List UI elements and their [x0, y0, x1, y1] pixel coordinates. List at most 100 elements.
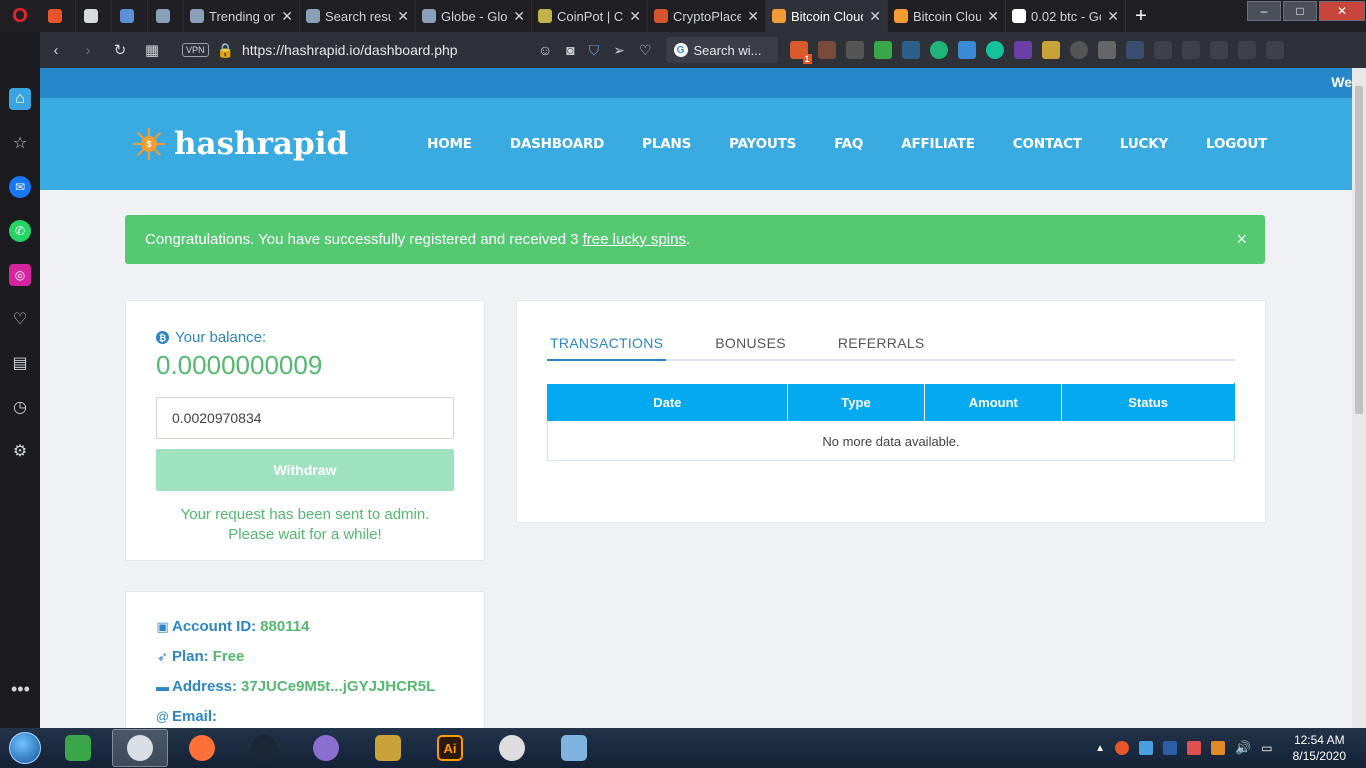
nav-dashboard[interactable]: DASHBOARD	[491, 136, 623, 152]
tab-transactions[interactable]: TRANSACTIONS	[547, 331, 667, 361]
browser-tab[interactable]: Bitcoin Cloud ✕	[766, 0, 888, 32]
heart-icon[interactable]: ♡	[639, 42, 652, 59]
new-tab-button[interactable]: +	[1126, 5, 1156, 28]
settings-icon[interactable]: ⚙	[9, 440, 31, 462]
extension-icon[interactable]	[1181, 41, 1200, 59]
tabs-grid-icon[interactable]: ▦	[136, 41, 168, 59]
column-header-amount[interactable]: Amount	[924, 383, 1063, 422]
browser-tab[interactable]	[40, 0, 76, 32]
reload-button[interactable]: ↻	[104, 41, 136, 59]
browser-tab[interactable]: Bitcoin Cloud ✕	[888, 0, 1006, 32]
maximize-button[interactable]: □	[1283, 1, 1317, 21]
browser-tab[interactable]	[76, 0, 112, 32]
taskbar-opera-app[interactable]	[112, 729, 168, 767]
more-icon[interactable]: •••	[11, 679, 30, 700]
column-header-status[interactable]: Status	[1061, 383, 1235, 422]
withdraw-amount-input[interactable]	[156, 397, 454, 439]
cube-icon[interactable]	[1209, 41, 1228, 59]
site-logo[interactable]: $ hashrapid	[128, 123, 348, 165]
nav-faq[interactable]: FAQ	[815, 136, 882, 152]
extension-icon[interactable]	[817, 41, 836, 59]
home-icon[interactable]: ⌂	[9, 88, 31, 110]
nav-logout[interactable]: LOGOUT	[1187, 136, 1286, 152]
messenger-icon[interactable]: ✉	[9, 176, 31, 198]
tab-close-icon[interactable]: ✕	[869, 8, 881, 25]
emoji-icon[interactable]: ☺	[538, 42, 552, 59]
extension-icon[interactable]: 1	[789, 41, 812, 64]
tray-icon[interactable]	[1139, 741, 1154, 755]
tab-close-icon[interactable]: ✕	[987, 8, 999, 25]
free-lucky-spins-link[interactable]: free lucky spins	[583, 231, 686, 248]
browser-tab[interactable]: CryptoPlace ✕	[648, 0, 766, 32]
tab-close-icon[interactable]: ✕	[513, 8, 525, 25]
tab-close-icon[interactable]: ✕	[397, 8, 409, 25]
tab-close-icon[interactable]: ✕	[1107, 8, 1119, 25]
heart-icon[interactable]: ♡	[9, 308, 31, 330]
extension-icon[interactable]	[1125, 41, 1144, 59]
close-window-button[interactable]: ✕	[1319, 1, 1365, 21]
extension-icon[interactable]	[1041, 41, 1060, 59]
extension-icon[interactable]	[1069, 41, 1088, 59]
taskbar-firefox-app[interactable]	[174, 729, 230, 767]
taskbar-media-app[interactable]	[298, 729, 354, 767]
browser-tab[interactable]	[112, 0, 148, 32]
browser-tab[interactable]	[148, 0, 184, 32]
tray-icon[interactable]	[1163, 741, 1178, 755]
taskbar-game-app[interactable]	[360, 729, 416, 767]
column-header-type[interactable]: Type	[786, 383, 926, 422]
taskbar-notepad-app[interactable]	[546, 729, 602, 767]
browser-tab[interactable]: 0.02 btc - Go ✕	[1006, 0, 1126, 32]
tab-bonuses[interactable]: BONUSES	[712, 331, 789, 359]
taskbar-illustrator-app[interactable]: Ai	[422, 729, 478, 767]
minimize-button[interactable]: –	[1247, 1, 1281, 21]
back-button[interactable]: ‹	[40, 42, 72, 59]
nav-contact[interactable]: CONTACT	[994, 136, 1101, 152]
taskbar-obs-app[interactable]	[484, 729, 540, 767]
extension-icon[interactable]	[901, 41, 920, 59]
grammarly-icon[interactable]	[985, 41, 1004, 59]
extension-icon[interactable]	[1097, 41, 1116, 59]
history-icon[interactable]: ◷	[9, 396, 31, 418]
download-icon[interactable]	[1237, 41, 1256, 59]
network-icon[interactable]: ▭	[1261, 741, 1272, 755]
search-input[interactable]: G Search wi...	[665, 37, 778, 63]
browser-tab[interactable]: Trending on ✕	[184, 0, 300, 32]
browser-tab[interactable]: Globe - Glob ✕	[416, 0, 532, 32]
taskbar-clock[interactable]: 12:54 AM 8/15/2020	[1293, 732, 1346, 764]
browser-tab[interactable]: CoinPot | Cry ✕	[532, 0, 648, 32]
taskbar-steam-app[interactable]	[236, 729, 292, 767]
page-scrollbar[interactable]	[1352, 68, 1366, 728]
nav-payouts[interactable]: PAYOUTS	[710, 136, 815, 152]
volume-icon[interactable]: 🔊	[1235, 740, 1251, 756]
tray-icon[interactable]	[1115, 741, 1130, 755]
download-arrow-icon[interactable]	[873, 41, 892, 59]
nav-affiliate[interactable]: AFFILIATE	[882, 136, 994, 152]
tab-close-icon[interactable]: ✕	[281, 8, 293, 25]
extension-icon[interactable]	[845, 41, 864, 59]
alert-close-icon[interactable]: ×	[1236, 229, 1247, 250]
tray-expand-icon[interactable]: ▲	[1095, 743, 1105, 754]
camera-icon[interactable]: ◙	[566, 42, 574, 59]
menu-icon[interactable]	[1265, 41, 1284, 59]
start-button[interactable]	[0, 728, 50, 768]
browser-tab[interactable]: Search resul ✕	[300, 0, 416, 32]
opera-menu-icon[interactable]: O	[0, 0, 40, 32]
tab-referrals[interactable]: REFERRALS	[835, 331, 928, 359]
extension-icon[interactable]	[1013, 41, 1032, 59]
tray-icon[interactable]	[1187, 741, 1202, 755]
nav-lucky[interactable]: LUCKY	[1101, 136, 1187, 152]
extension-icon[interactable]	[1153, 41, 1172, 59]
star-icon[interactable]: ☆	[9, 132, 31, 154]
url-field[interactable]: https://hashrapid.io/dashboard.php	[242, 42, 532, 58]
instagram-icon[interactable]: ◎	[9, 264, 31, 286]
taskbar-clover-app[interactable]	[50, 729, 106, 767]
tab-close-icon[interactable]: ✕	[629, 8, 641, 25]
nav-plans[interactable]: PLANS	[623, 136, 710, 152]
tray-icon[interactable]	[1211, 741, 1226, 755]
grammarly-icon[interactable]	[929, 41, 948, 59]
extension-icon[interactable]	[957, 41, 976, 59]
scrollbar-thumb[interactable]	[1355, 86, 1363, 414]
vpn-badge[interactable]: VPN	[182, 43, 209, 57]
whatsapp-icon[interactable]: ✆	[9, 220, 31, 242]
column-header-date[interactable]: Date	[547, 383, 788, 422]
